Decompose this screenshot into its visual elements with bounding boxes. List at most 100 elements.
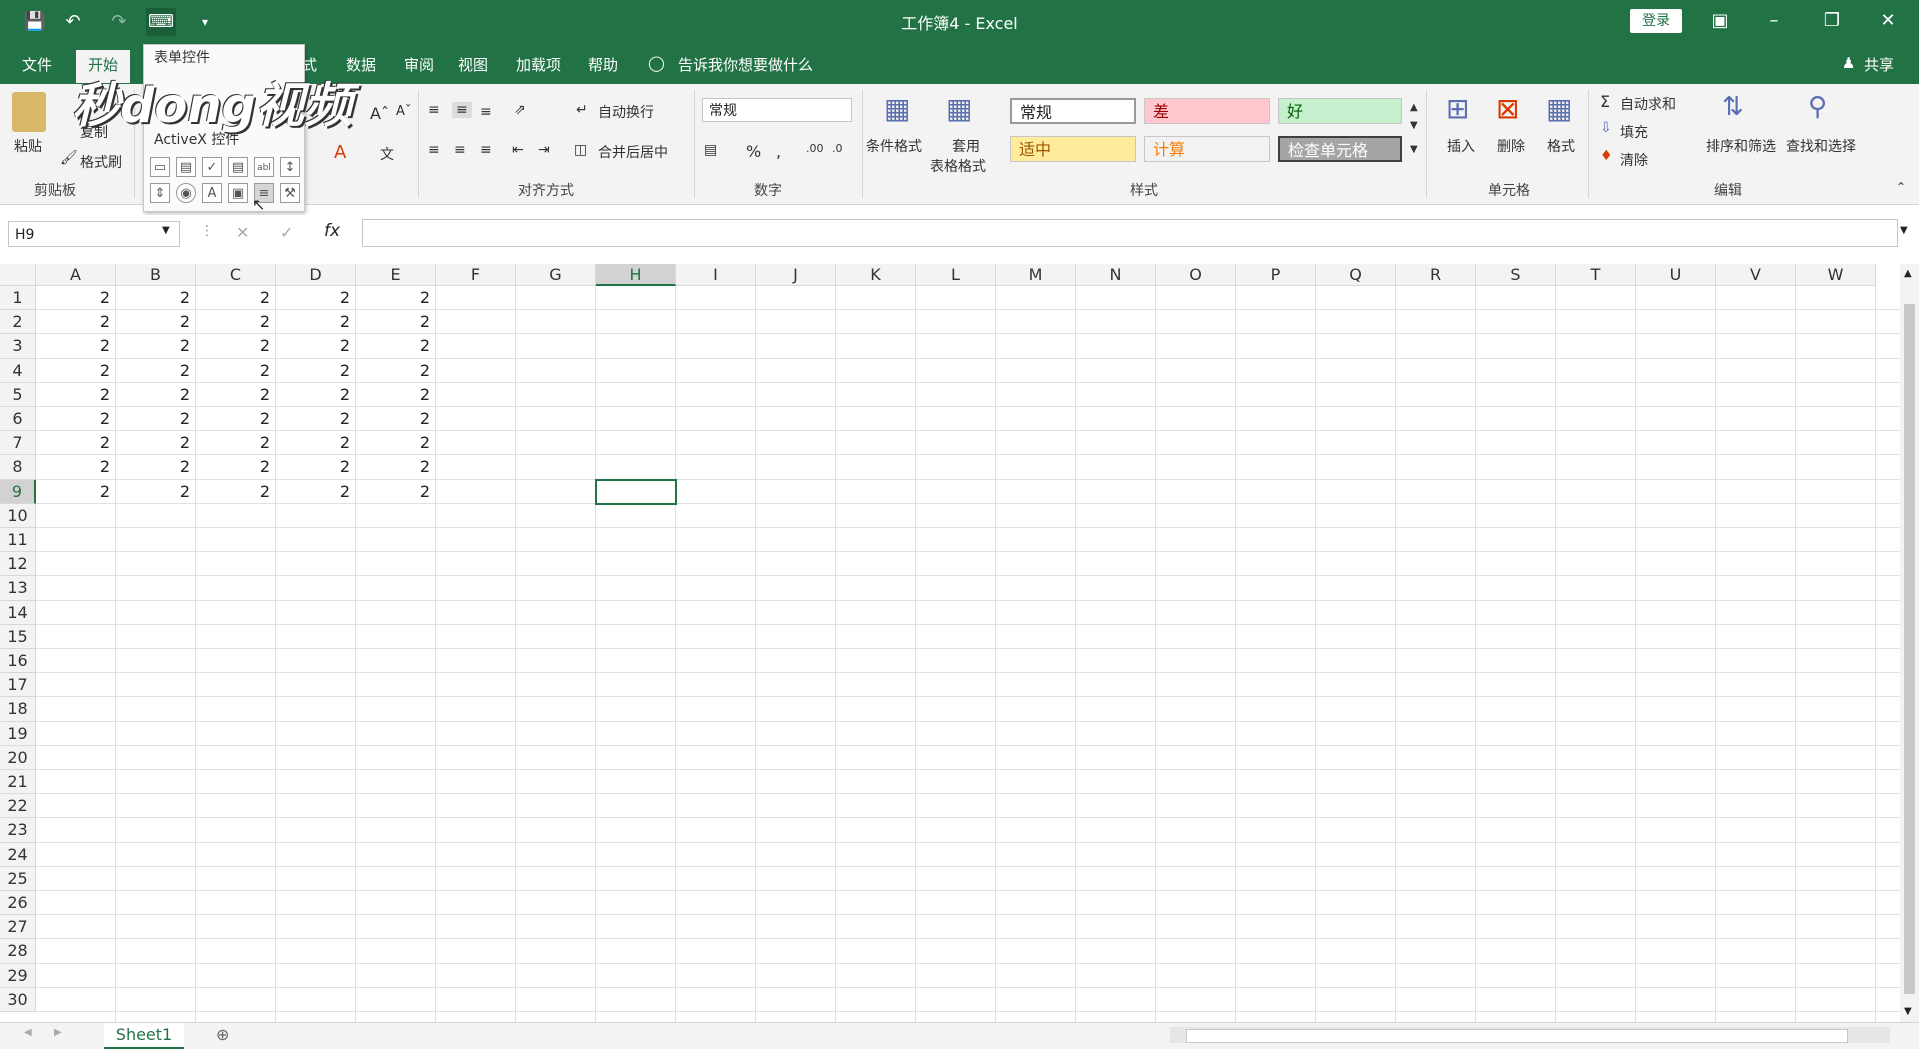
column-header[interactable]: U — [1636, 264, 1716, 286]
cell[interactable]: 2 — [276, 359, 356, 383]
paste-button[interactable]: 粘贴 — [14, 136, 42, 156]
row-header[interactable]: 9 — [0, 479, 36, 504]
format-as-table-icon[interactable]: ▦ — [946, 92, 972, 125]
cell[interactable]: 2 — [36, 383, 116, 407]
cell[interactable]: 2 — [116, 383, 196, 407]
cell[interactable]: 2 — [116, 480, 196, 504]
sort-filter-button[interactable]: 排序和筛选 — [1706, 136, 1776, 156]
cell[interactable]: 2 — [356, 310, 436, 334]
cell[interactable]: 2 — [276, 480, 356, 504]
row-header[interactable]: 27 — [0, 915, 36, 940]
cell[interactable]: 2 — [36, 407, 116, 431]
row-header[interactable]: 5 — [0, 382, 36, 407]
row-header[interactable]: 17 — [0, 673, 36, 698]
restore-icon[interactable]: ❐ — [1810, 6, 1854, 36]
tab-addins[interactable]: 加载项 — [516, 54, 561, 75]
row-header[interactable]: 25 — [0, 866, 36, 891]
row-header[interactable]: 14 — [0, 600, 36, 625]
sort-filter-icon[interactable]: ⇅ — [1722, 92, 1744, 122]
column-header[interactable]: G — [516, 264, 596, 286]
vertical-scroll-thumb[interactable] — [1904, 304, 1915, 994]
format-as-table-line1[interactable]: 套用 — [952, 136, 980, 156]
column-header[interactable]: W — [1796, 264, 1876, 286]
cell[interactable]: 2 — [196, 286, 276, 310]
column-header[interactable]: M — [996, 264, 1076, 286]
column-header[interactable]: N — [1076, 264, 1156, 286]
align-left-icon[interactable]: ≡ — [428, 142, 440, 158]
cell[interactable]: 2 — [36, 359, 116, 383]
align-middle-icon[interactable]: ≡ — [452, 102, 472, 118]
cell[interactable]: 2 — [36, 334, 116, 358]
decrease-font-icon[interactable]: Aˇ — [396, 104, 411, 119]
row-header[interactable]: 3 — [0, 334, 36, 359]
worksheet-grid[interactable]: A B C D E F G H I J K L M N O P Q R S T U V W 1 2 3 4 5 6 7 8 9 10 11 12 13… — [0, 264, 1900, 1022]
scroll-up-icon[interactable]: ▲ — [1904, 268, 1912, 279]
tab-file[interactable]: 文件 — [22, 54, 52, 75]
format-painter-button[interactable]: 格式刷 — [80, 152, 122, 172]
cell[interactable]: 2 — [276, 455, 356, 479]
column-header[interactable]: E — [356, 264, 436, 286]
tab-help[interactable]: 帮助 — [588, 54, 618, 75]
cell[interactable]: 2 — [116, 286, 196, 310]
row-header[interactable]: 19 — [0, 721, 36, 746]
name-box-dropdown-icon[interactable]: ▼ — [162, 225, 170, 236]
row-header[interactable]: 29 — [0, 963, 36, 988]
cell[interactable]: 2 — [116, 407, 196, 431]
cell[interactable]: 2 — [356, 431, 436, 455]
conditional-format-button[interactable]: 条件格式 — [866, 136, 922, 156]
autosum-button[interactable]: 自动求和 — [1620, 94, 1676, 114]
column-header[interactable]: R — [1396, 264, 1476, 286]
cell[interactable]: 2 — [36, 431, 116, 455]
decrease-decimal-icon[interactable]: .0 — [832, 142, 843, 155]
align-top-icon[interactable]: ≡ — [428, 102, 440, 118]
horizontal-scrollbar[interactable] — [1170, 1027, 1890, 1043]
enter-icon[interactable]: ✓ — [280, 223, 293, 242]
clear-button[interactable]: 清除 — [1620, 150, 1648, 170]
tab-view[interactable]: 视图 — [458, 54, 488, 75]
tell-me-search[interactable]: 告诉我你想要做什么 — [678, 54, 813, 75]
conditional-format-icon[interactable]: ▦ — [884, 92, 910, 125]
activex-option-button-icon[interactable]: ◉ — [176, 183, 196, 203]
row-header[interactable]: 10 — [0, 503, 36, 528]
column-header[interactable]: P — [1236, 264, 1316, 286]
find-select-button[interactable]: 查找和选择 — [1786, 136, 1856, 156]
next-sheet-icon[interactable]: ▶ — [54, 1027, 62, 1038]
cell[interactable]: 2 — [356, 334, 436, 358]
column-header[interactable]: J — [756, 264, 836, 286]
activex-text-box-icon[interactable]: abl — [254, 157, 274, 177]
cell[interactable]: 2 — [196, 431, 276, 455]
cell[interactable]: 2 — [116, 431, 196, 455]
cell[interactable]: 2 — [116, 359, 196, 383]
column-header[interactable]: B — [116, 264, 196, 286]
font-color-icon[interactable]: A — [334, 142, 346, 163]
selected-cell[interactable] — [595, 478, 677, 505]
cell[interactable]: 2 — [196, 407, 276, 431]
row-header[interactable]: 30 — [0, 987, 36, 1012]
row-header[interactable]: 16 — [0, 649, 36, 674]
orientation-icon[interactable]: ⇗ — [514, 102, 526, 118]
vertical-scrollbar[interactable]: ▲ ▼ — [1900, 264, 1919, 1022]
cell[interactable]: 2 — [116, 310, 196, 334]
cell[interactable]: 2 — [196, 480, 276, 504]
increase-decimal-icon[interactable]: .00 — [806, 142, 824, 155]
row-header[interactable]: 18 — [0, 697, 36, 722]
add-sheet-icon[interactable]: ⊕ — [216, 1025, 229, 1044]
cell[interactable]: 2 — [36, 310, 116, 334]
sheet-tab[interactable]: Sheet1 — [104, 1023, 184, 1049]
formula-input[interactable] — [362, 219, 1898, 247]
scroll-down-icon[interactable]: ▼ — [1904, 1006, 1912, 1017]
prev-sheet-icon[interactable]: ◀ — [24, 1027, 32, 1038]
row-header[interactable]: 1 — [0, 286, 36, 311]
cell[interactable]: 2 — [116, 455, 196, 479]
collapse-ribbon-icon[interactable]: ⌃ — [1896, 180, 1906, 194]
delete-cells-icon[interactable]: ⊠ — [1496, 92, 1519, 125]
activex-more-controls-icon[interactable]: ⚒ — [280, 183, 300, 203]
close-icon[interactable]: ✕ — [1866, 6, 1910, 36]
style-bad[interactable]: 差 — [1144, 98, 1270, 124]
style-check-cell[interactable]: 检查单元格 — [1278, 136, 1402, 162]
cell[interactable]: 2 — [356, 359, 436, 383]
tab-review[interactable]: 审阅 — [404, 54, 434, 75]
row-header[interactable]: 6 — [0, 407, 36, 432]
cell[interactable]: 2 — [276, 407, 356, 431]
column-header[interactable]: K — [836, 264, 916, 286]
